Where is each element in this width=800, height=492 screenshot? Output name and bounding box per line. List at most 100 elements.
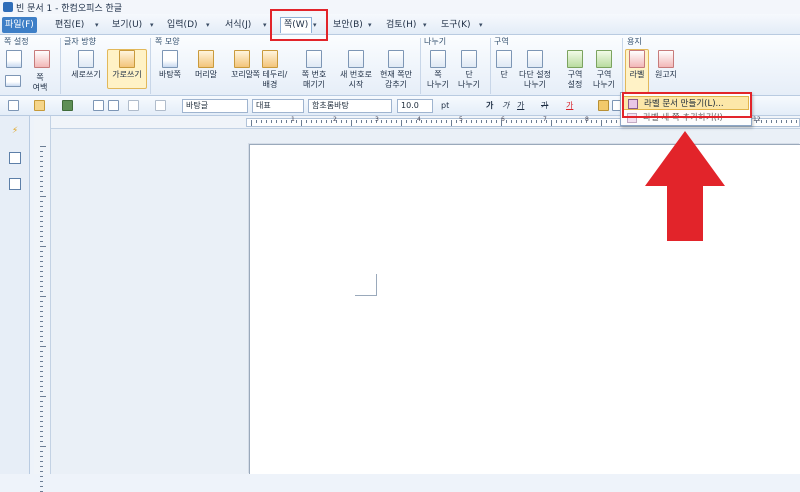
menu-review[interactable]: 검토(H) <box>383 17 419 33</box>
section-break-icon <box>596 50 612 68</box>
font-kind-select[interactable]: 대표 <box>252 99 304 113</box>
ruler-tick <box>406 120 407 123</box>
ruler-tick <box>596 120 597 123</box>
chevron-down-icon[interactable]: ▾ <box>206 17 210 33</box>
menu-format[interactable]: 서식(J) <box>222 17 254 33</box>
ruler-tick <box>316 120 317 123</box>
chevron-down-icon[interactable]: ▾ <box>368 17 372 33</box>
align-left-icon[interactable] <box>598 100 609 111</box>
app-icon <box>3 2 13 12</box>
ruler-tick <box>40 486 43 487</box>
ruler-tick <box>296 120 297 123</box>
ruler-tick <box>516 120 517 123</box>
strike-button[interactable]: 가 <box>541 99 548 113</box>
menu-view[interactable]: 보기(U) <box>109 17 145 33</box>
menu-security[interactable]: 보안(B) <box>330 17 366 33</box>
page-number-button[interactable]: 쪽 번호 매기기 <box>293 50 335 90</box>
save-icon[interactable] <box>62 100 73 111</box>
font-select[interactable]: 함초롬바탕 <box>308 99 392 113</box>
label-button[interactable]: 라벨 <box>625 49 649 93</box>
preview-icon[interactable] <box>108 100 119 111</box>
ruler-number: 12 <box>753 116 761 123</box>
ruler-tick <box>471 120 472 123</box>
print-icon[interactable] <box>93 100 104 111</box>
chevron-down-icon[interactable]: ▾ <box>150 17 154 33</box>
ruler-tick <box>40 446 46 447</box>
make-label-document-label: 라벨 문서 만들기(L)... <box>644 99 724 109</box>
undo-icon[interactable] <box>128 100 139 111</box>
ruler-tick <box>40 306 43 307</box>
multi-column-button[interactable]: 다단 설정 나누기 <box>514 50 556 90</box>
ruler-tick <box>40 286 43 287</box>
ruler-tick <box>40 396 46 397</box>
chevron-down-icon[interactable]: ▾ <box>95 17 99 33</box>
columns-button[interactable]: 단 <box>494 50 514 80</box>
lightning-icon[interactable]: ⚡ <box>9 126 21 138</box>
divider <box>622 38 623 94</box>
column-break-button[interactable]: 단 나누기 <box>455 50 483 90</box>
page-break-button[interactable]: 쪽 나누기 <box>424 50 452 90</box>
chevron-down-icon[interactable]: ▾ <box>423 17 427 33</box>
open-folder-icon[interactable] <box>34 100 45 111</box>
section-break-button[interactable]: 구역 나누기 <box>590 50 618 90</box>
chevron-down-icon[interactable]: ▾ <box>479 17 483 33</box>
ruler-tick <box>40 401 43 402</box>
ruler-tick <box>40 406 43 407</box>
ruler-tick <box>40 261 43 262</box>
border-icon <box>262 50 278 68</box>
ruler-tick <box>40 391 43 392</box>
add-label-page-item[interactable]: 라벨 새 쪽 추가하기(I) <box>623 111 749 125</box>
menu-insert[interactable]: 입력(D) <box>164 17 201 33</box>
menu-edit[interactable]: 편집(E) <box>52 17 87 33</box>
vertical-text-icon <box>78 50 94 68</box>
menu-page[interactable]: 쪽(W) <box>280 17 313 33</box>
bold-button[interactable]: 가 <box>486 99 493 113</box>
new-document-icon[interactable] <box>8 100 19 111</box>
section-setup-button[interactable]: 구역 설정 <box>562 50 588 90</box>
italic-button[interactable]: 가 <box>502 99 509 113</box>
ruler-tick <box>286 120 287 123</box>
font-color-button[interactable]: 가 <box>566 99 573 113</box>
page-setup-button[interactable] <box>5 50 23 70</box>
ruler-tick <box>40 181 43 182</box>
ruler-number: 5 <box>459 116 463 123</box>
horizontal-writing-button[interactable]: 가로쓰기 <box>107 49 147 89</box>
document-icon[interactable] <box>9 152 21 164</box>
header-button[interactable]: 머리말 <box>189 50 223 80</box>
underline-button[interactable]: 가 <box>517 99 524 113</box>
chevron-down-icon[interactable]: ▾ <box>313 17 317 33</box>
ruler-number: 6 <box>501 116 505 123</box>
add-label-page-label: 라벨 새 쪽 추가하기(I) <box>643 113 723 123</box>
page-grid-button[interactable] <box>33 50 51 70</box>
chevron-down-icon[interactable]: ▾ <box>263 17 267 33</box>
size-unit: pt <box>441 101 450 110</box>
section-break-label: 구역 나누기 <box>592 70 616 89</box>
red-up-arrow <box>645 131 725 241</box>
page-orientation-button[interactable] <box>4 75 22 89</box>
ruler-tick <box>361 120 362 123</box>
page-margin-button[interactable]: 쪽 여백 <box>26 73 54 93</box>
ruler-tick <box>381 120 382 123</box>
vertical-ruler[interactable] <box>34 116 51 492</box>
ruler-tick <box>536 120 537 123</box>
style-select[interactable]: 바탕글 <box>182 99 248 113</box>
ruler-tick <box>40 186 43 187</box>
manuscript-button[interactable]: 원고지 <box>651 50 681 80</box>
list-icon[interactable] <box>9 178 21 190</box>
vertical-writing-button[interactable]: 세로쓰기 <box>66 50 106 80</box>
background-page-button[interactable]: 바탕쪽 <box>153 50 187 80</box>
ruler-tick <box>40 361 43 362</box>
ruler-tick <box>40 251 43 252</box>
make-label-document-item[interactable]: 라벨 문서 만들기(L)... <box>623 96 749 110</box>
ruler-number: 7 <box>543 116 547 123</box>
font-size-input[interactable]: 10.0 <box>397 99 433 113</box>
menu-tools[interactable]: 도구(K) <box>438 17 474 33</box>
ruler-tick <box>426 120 427 123</box>
redo-icon[interactable] <box>155 100 166 111</box>
new-number-button[interactable]: 새 번호로 시작 <box>335 50 377 90</box>
hide-current-page-button[interactable]: 현재 쪽만 감추기 <box>373 50 419 90</box>
menu-file[interactable]: 파일(F) <box>2 17 37 33</box>
ruler-tick <box>40 206 43 207</box>
ruler-tick <box>40 431 43 432</box>
page-border-button[interactable]: 쪽 테두리/ 배경 <box>248 50 292 90</box>
